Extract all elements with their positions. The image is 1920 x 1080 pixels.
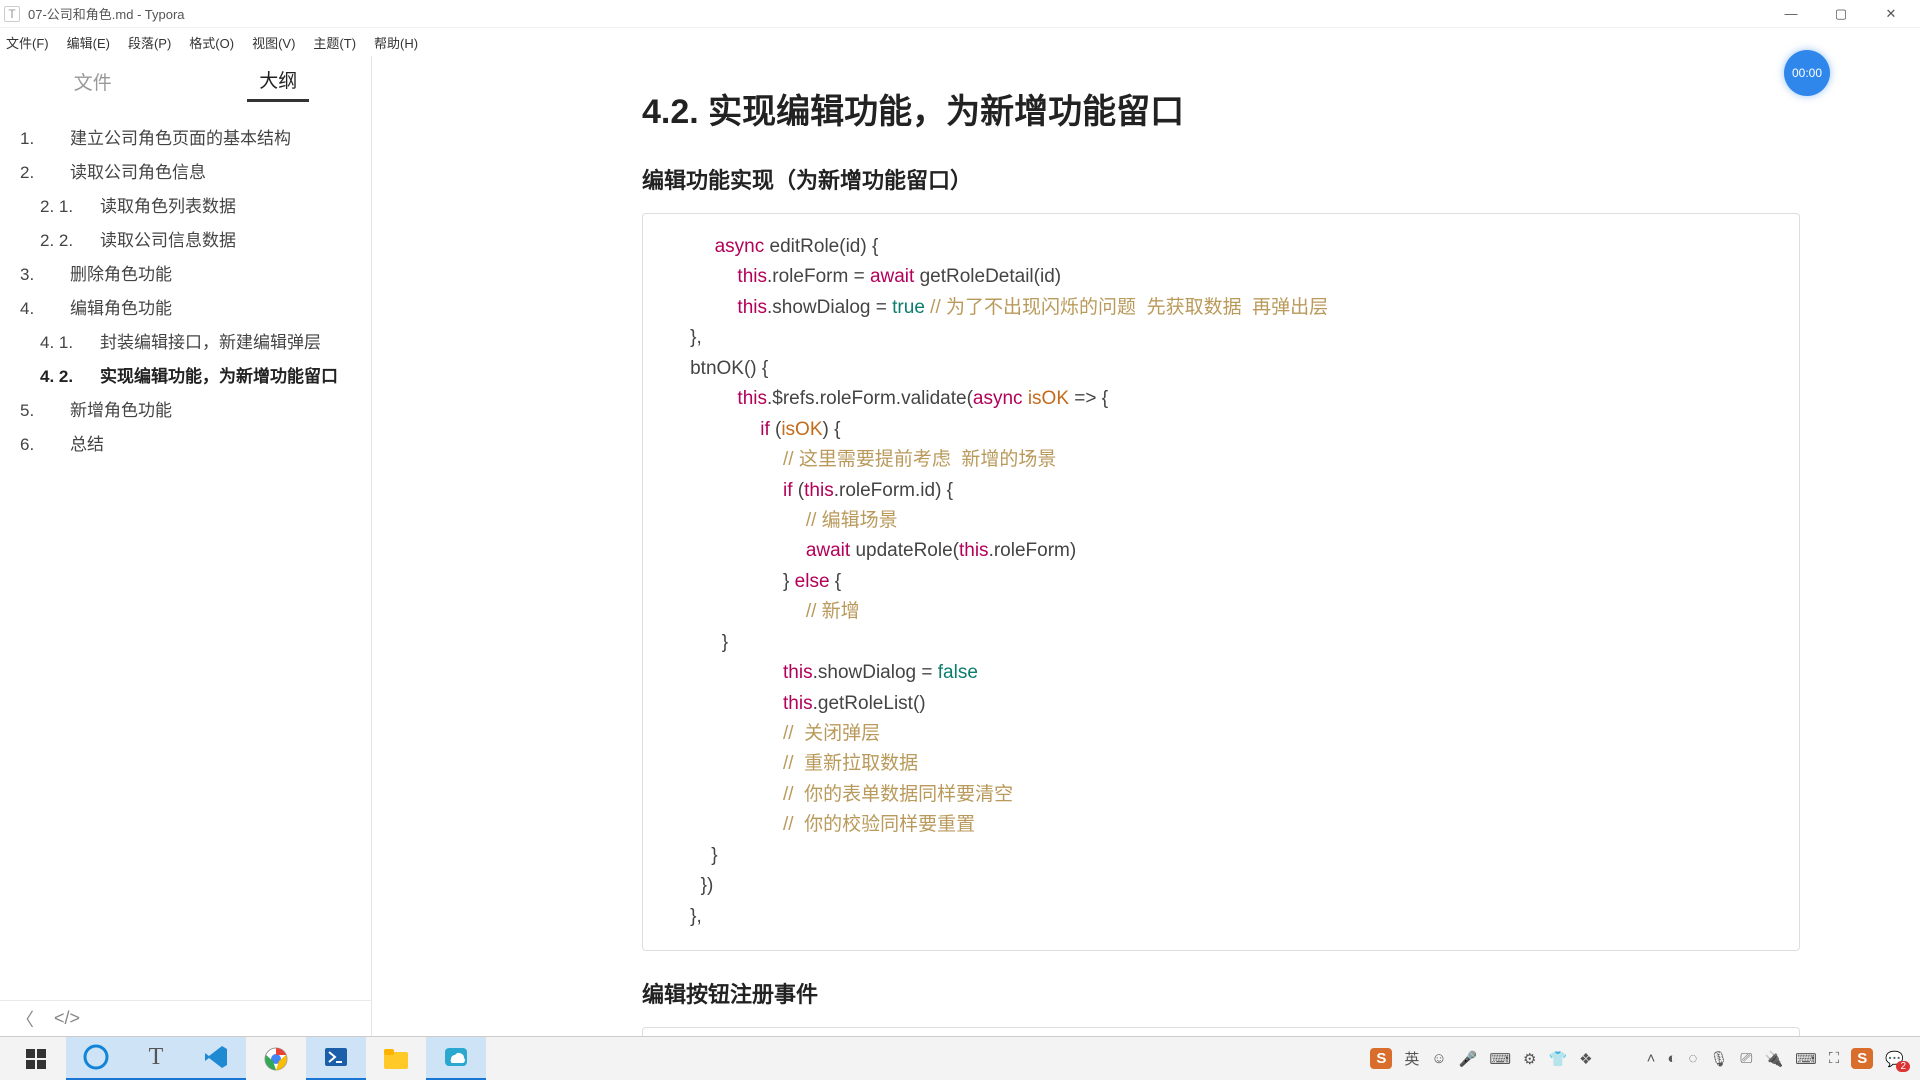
outline-item[interactable]: 2. 2.读取公司信息数据	[40, 224, 351, 258]
outline-item[interactable]: 2. 1.读取角色列表数据	[40, 190, 351, 224]
ime-lang[interactable]: 英	[1404, 1048, 1419, 1069]
menu-help[interactable]: 帮助(H)	[374, 33, 418, 52]
tray-icon-6[interactable]: ⛶	[1829, 1050, 1840, 1067]
tray-sogou-icon[interactable]: S	[1851, 1048, 1873, 1069]
tray-icon-0[interactable]: ◐	[1667, 1050, 1676, 1067]
heading-sub-a: 编辑功能实现（为新增功能留口）	[642, 163, 1800, 195]
ime-tool-4[interactable]: 👕	[1548, 1050, 1567, 1068]
tray-expand-icon[interactable]: ˄	[1647, 1050, 1656, 1067]
outline-item[interactable]: 3.删除角色功能	[20, 258, 351, 292]
outline-item[interactable]: 4. 1.封装编辑接口，新建编辑弹层	[40, 326, 351, 360]
back-icon[interactable]: 〈	[16, 1006, 34, 1032]
outline-item-active[interactable]: 4. 2.实现编辑功能，为新增功能留口	[40, 360, 351, 394]
taskbar-app-explorer[interactable]	[366, 1037, 426, 1080]
system-tray: S 英 ☺ 🎤 ⌨ ⚙ 👕 ❖ ˄ ◐ ◌ 🎙 ⎚ 🔌 ⌨ ⛶ S 💬 2	[1370, 1048, 1914, 1069]
ime-tool-0[interactable]: ☺	[1431, 1050, 1446, 1067]
window-title: 07-公司和角色.md - Typora	[28, 4, 185, 23]
taskbar-app-cloud[interactable]	[426, 1037, 486, 1080]
taskbar-app-powershell[interactable]	[306, 1037, 366, 1080]
menu-view[interactable]: 视图(V)	[252, 33, 295, 52]
tray-icon-5[interactable]: ⌨	[1795, 1050, 1817, 1068]
tab-file[interactable]: 文件	[0, 56, 186, 112]
taskbar-app-chrome[interactable]	[246, 1037, 306, 1080]
notification-count: 2	[1896, 1061, 1910, 1072]
taskbar: T S 英 ☺ 🎤 ⌨ ⚙ 👕 ❖ ˄ ◐ ◌ 🎙 ⎚ 🔌 ⌨ ⛶ S 💬 2	[0, 1036, 1920, 1080]
tray-icon-1[interactable]: ◌	[1688, 1050, 1697, 1067]
heading-sub-b: 编辑按钮注册事件	[642, 977, 1800, 1009]
sidebar-tabs: 文件 大纲	[0, 56, 371, 112]
sidebar: 文件 大纲 1.建立公司角色页面的基本结构 2.读取公司角色信息 2. 1.读取…	[0, 56, 372, 1036]
outline-item[interactable]: 1.建立公司角色页面的基本结构	[20, 122, 351, 156]
minimize-button[interactable]: —	[1766, 0, 1816, 28]
window-controls: — ▢ ✕	[1766, 0, 1916, 28]
menu-edit[interactable]: 编辑(E)	[67, 33, 110, 52]
code-block-1[interactable]: async editRole(id) { this.roleForm = awa…	[642, 213, 1800, 951]
tray-icon-4[interactable]: 🔌	[1764, 1050, 1783, 1068]
close-button[interactable]: ✕	[1866, 0, 1916, 28]
taskbar-app-typora[interactable]: T	[126, 1037, 186, 1080]
taskbar-app-1[interactable]	[66, 1037, 126, 1080]
outline-item[interactable]: 6.总结	[20, 428, 351, 462]
app-icon: T	[4, 6, 20, 22]
tray-icon-3[interactable]: ⎚	[1740, 1050, 1752, 1067]
ime-tool-5[interactable]: ❖	[1579, 1050, 1592, 1068]
ime-tool-2[interactable]: ⌨	[1489, 1050, 1511, 1068]
ime-tool-3[interactable]: ⚙	[1523, 1050, 1536, 1068]
notifications-icon[interactable]: 💬 2	[1885, 1050, 1904, 1068]
code-block-2[interactable]: <el-button size="small" type="primary" @…	[642, 1027, 1800, 1036]
ime-sogou-icon[interactable]: S	[1370, 1048, 1392, 1069]
source-code-icon[interactable]: </>	[54, 1008, 80, 1029]
title-bar: T 07-公司和角色.md - Typora — ▢ ✕	[0, 0, 1920, 28]
editor-content[interactable]: 4.2. 实现编辑功能，为新增功能留口 编辑功能实现（为新增功能留口） asyn…	[372, 56, 1920, 1036]
outline-item[interactable]: 2.读取公司角色信息	[20, 156, 351, 190]
tray-icon-2[interactable]: 🎙	[1709, 1050, 1728, 1068]
menu-file[interactable]: 文件(F)	[6, 33, 49, 52]
menu-format[interactable]: 格式(O)	[189, 33, 234, 52]
ime-tool-1[interactable]: 🎤	[1459, 1050, 1478, 1068]
start-button[interactable]	[6, 1037, 66, 1080]
menu-theme[interactable]: 主题(T)	[313, 33, 356, 52]
tab-outline[interactable]: 大纲	[186, 56, 372, 112]
menu-bar: 文件(F) 编辑(E) 段落(P) 格式(O) 视图(V) 主题(T) 帮助(H…	[0, 28, 1920, 56]
main-area: 文件 大纲 1.建立公司角色页面的基本结构 2.读取公司角色信息 2. 1.读取…	[0, 56, 1920, 1036]
outline-item[interactable]: 5.新增角色功能	[20, 394, 351, 428]
sidebar-statusbar: 〈 </>	[0, 1000, 371, 1036]
heading-section: 4.2. 实现编辑功能，为新增功能留口	[642, 84, 1800, 133]
taskbar-app-vscode[interactable]	[186, 1037, 246, 1080]
outline-item[interactable]: 4.编辑角色功能	[20, 292, 351, 326]
outline-panel: 1.建立公司角色页面的基本结构 2.读取公司角色信息 2. 1.读取角色列表数据…	[0, 112, 371, 1000]
maximize-button[interactable]: ▢	[1816, 0, 1866, 28]
menu-para[interactable]: 段落(P)	[128, 33, 171, 52]
